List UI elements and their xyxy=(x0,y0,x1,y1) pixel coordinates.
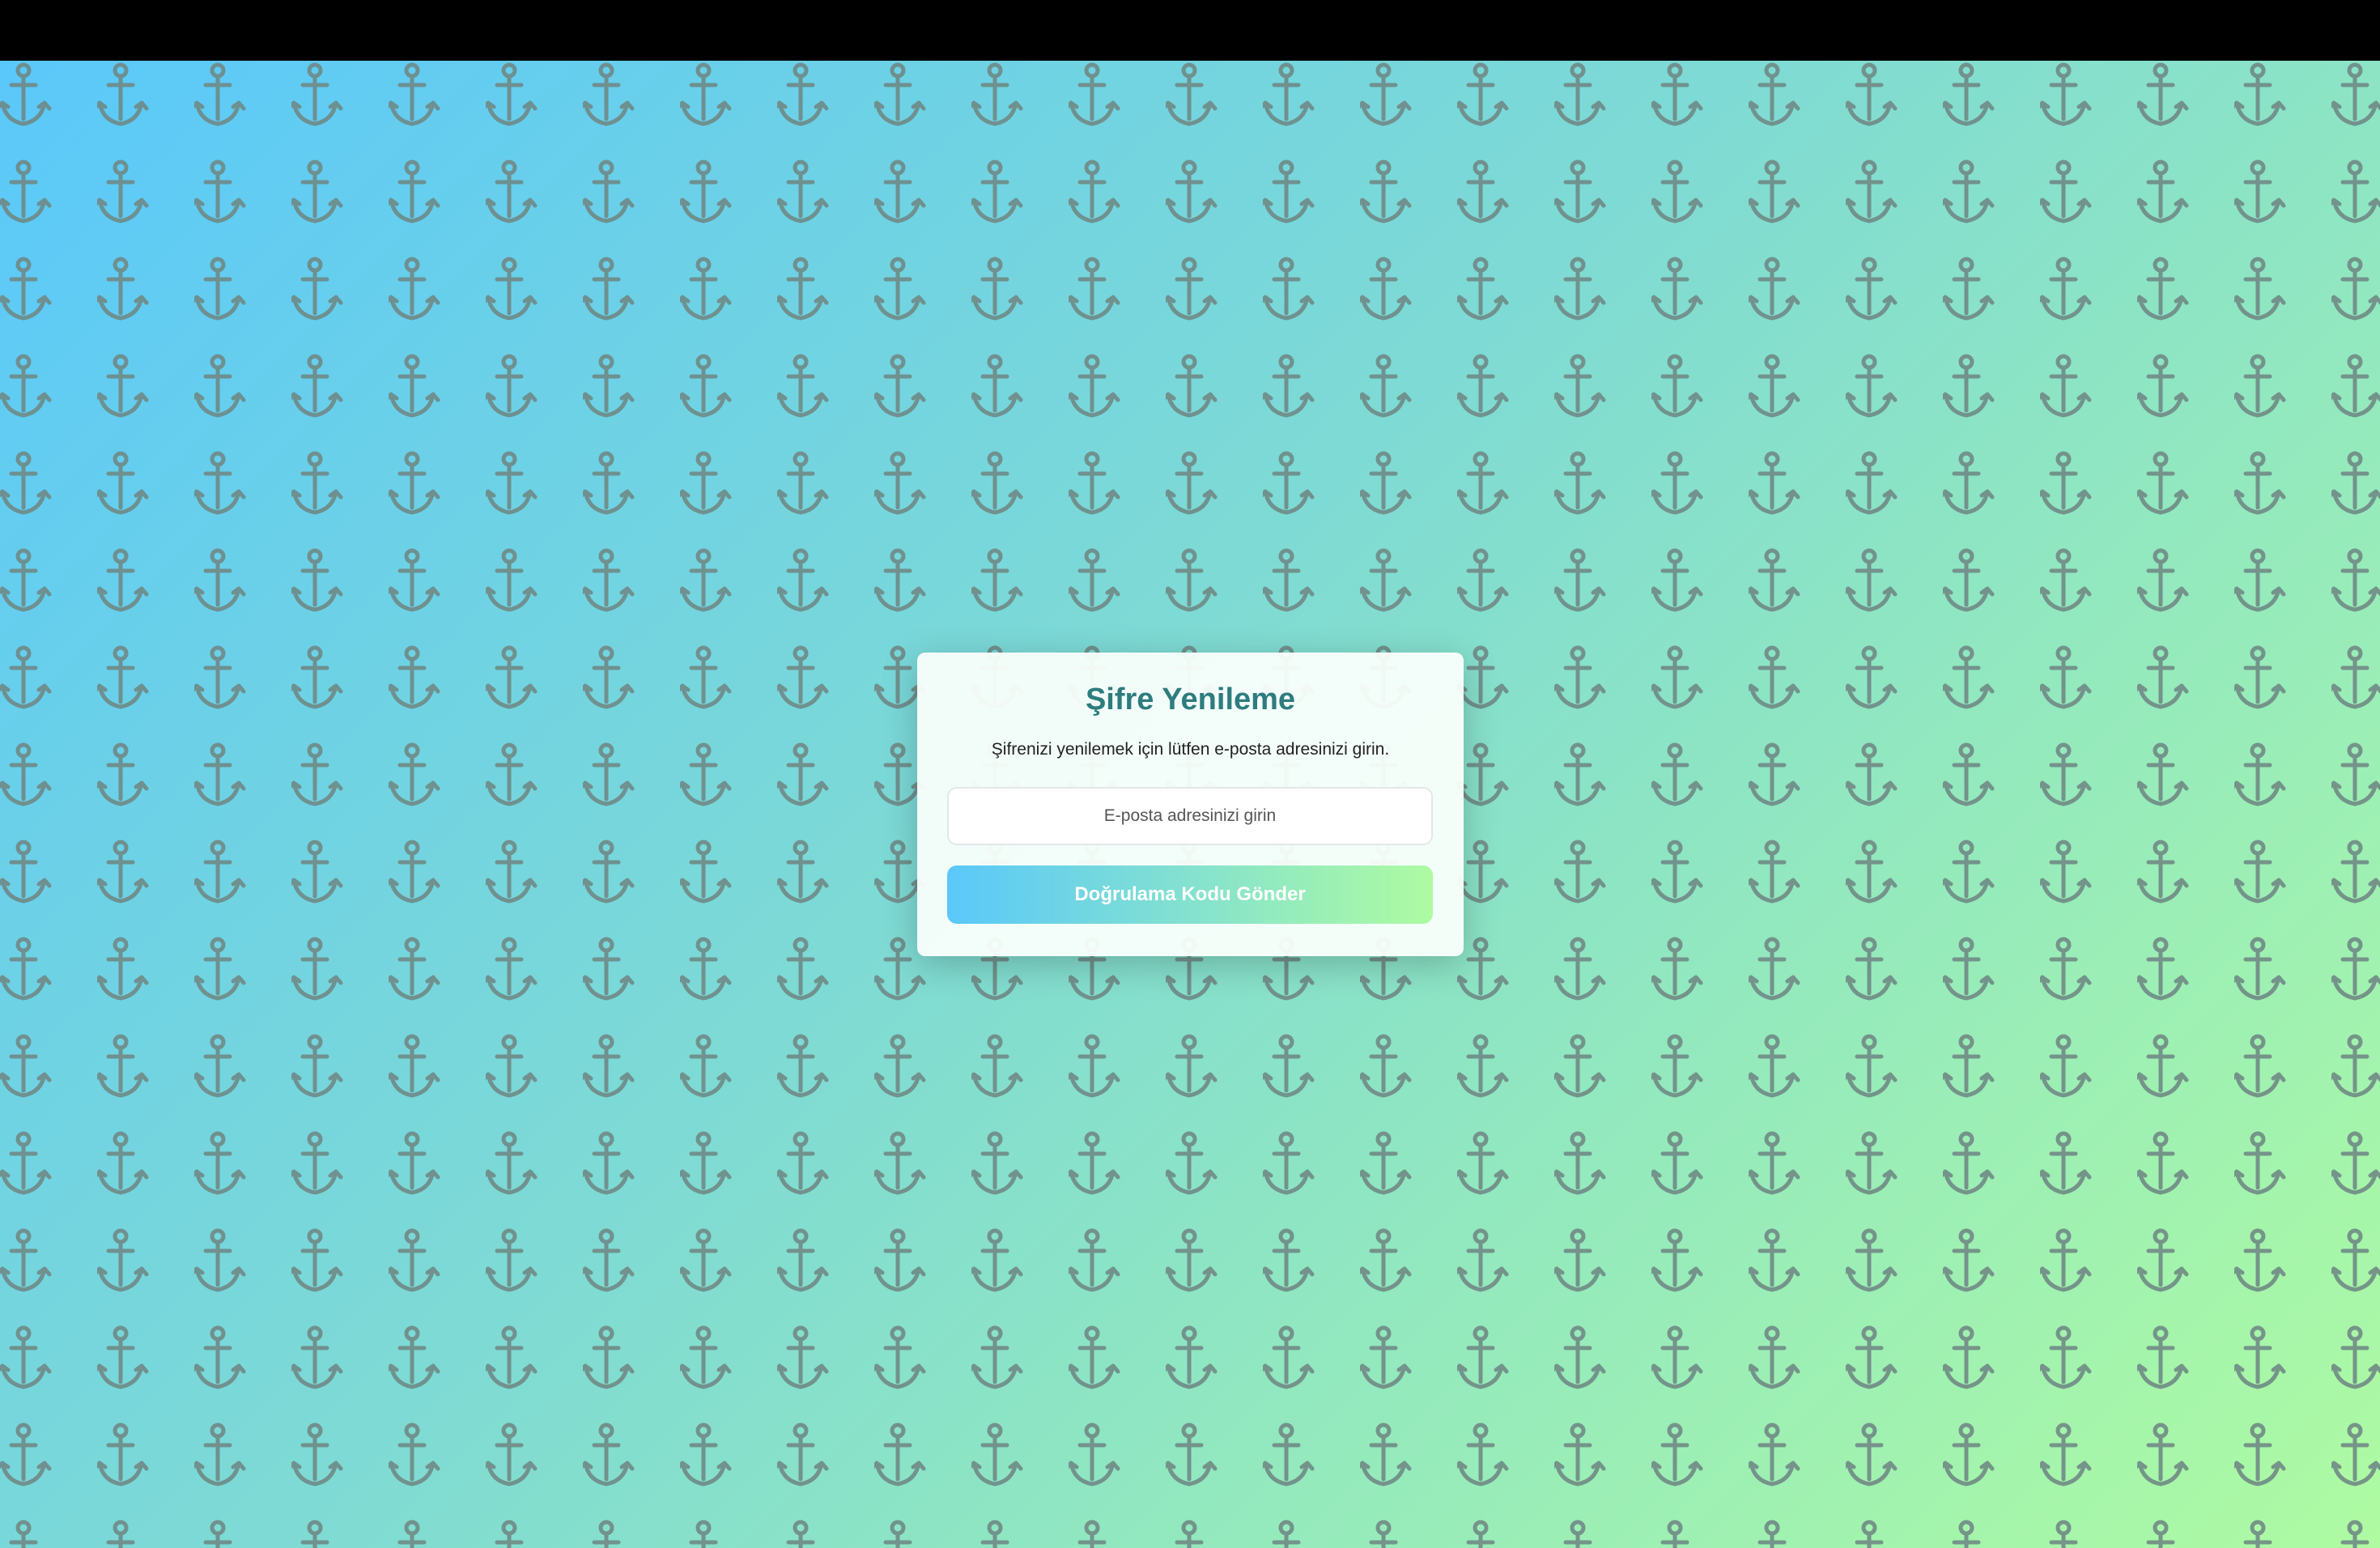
page-background: Şifre Yenileme Şifrenizi yenilemek için … xyxy=(0,61,2380,1548)
card-title: Şifre Yenileme xyxy=(1085,683,1296,717)
card-description: Şifrenizi yenilemek için lütfen e-posta … xyxy=(991,739,1390,759)
send-verification-code-button[interactable]: Doğrulama Kodu Gönder xyxy=(947,865,1433,924)
email-input[interactable] xyxy=(947,786,1433,845)
password-reset-card: Şifre Yenileme Şifrenizi yenilemek için … xyxy=(917,653,1464,956)
window-top-bar xyxy=(0,0,2380,61)
